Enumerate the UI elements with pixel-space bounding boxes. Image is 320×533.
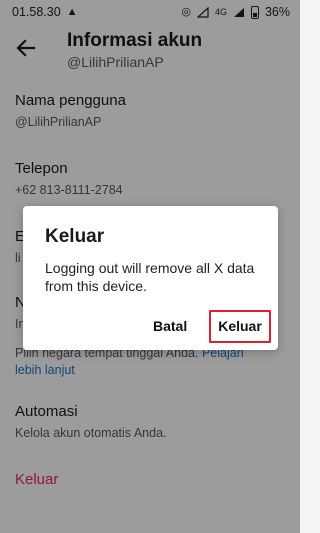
- dialog-message: Logging out will remove all X data from …: [45, 260, 255, 294]
- confirm-logout-button[interactable]: Keluar: [209, 310, 271, 343]
- dialog-title: Keluar: [45, 226, 105, 247]
- logout-dialog: Keluar Logging out will remove all X dat…: [23, 206, 278, 350]
- cancel-button[interactable]: Batal: [153, 318, 187, 334]
